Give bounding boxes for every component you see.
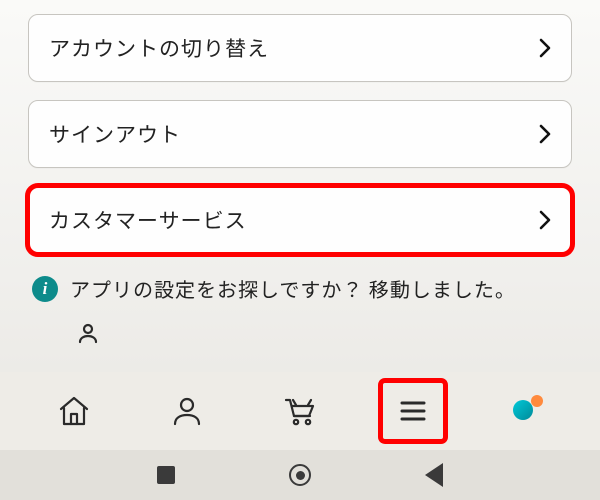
tab-home[interactable] bbox=[42, 381, 106, 441]
tab-account[interactable] bbox=[155, 381, 219, 441]
nav-back-button[interactable] bbox=[425, 463, 443, 487]
chevron-right-icon bbox=[539, 210, 551, 230]
chevron-right-icon bbox=[539, 38, 551, 58]
info-banner: i アプリの設定をお探しですか？ 移動しました。 bbox=[28, 272, 572, 350]
person-icon bbox=[170, 394, 204, 428]
info-icon: i bbox=[32, 276, 58, 302]
person-icon bbox=[76, 321, 568, 350]
android-nav-bar bbox=[0, 450, 600, 500]
menu-item-switch-account[interactable]: アカウントの切り替え bbox=[28, 14, 572, 82]
nav-home-button[interactable] bbox=[289, 464, 311, 486]
chevron-right-icon bbox=[539, 124, 551, 144]
assistant-icon bbox=[511, 396, 541, 426]
menu-item-sign-out[interactable]: サインアウト bbox=[28, 100, 572, 168]
settings-menu-list: アカウントの切り替え サインアウト カスタマーサービス i アプリの設定をお探し… bbox=[0, 0, 600, 372]
menu-item-customer-service[interactable]: カスタマーサービス bbox=[28, 186, 572, 254]
menu-item-label: サインアウト bbox=[49, 119, 181, 149]
tab-menu[interactable] bbox=[381, 381, 445, 441]
bottom-tab-bar bbox=[0, 372, 600, 450]
tab-cart[interactable] bbox=[268, 381, 332, 441]
hamburger-menu-icon bbox=[396, 394, 430, 428]
tab-assistant[interactable] bbox=[494, 381, 558, 441]
info-text: アプリの設定をお探しですか？ 移動しました。 bbox=[70, 274, 516, 303]
nav-overview-button[interactable] bbox=[157, 466, 175, 484]
menu-item-label: カスタマーサービス bbox=[49, 205, 247, 235]
menu-item-label: アカウントの切り替え bbox=[49, 33, 269, 63]
cart-icon bbox=[283, 394, 317, 428]
home-icon bbox=[57, 394, 91, 428]
